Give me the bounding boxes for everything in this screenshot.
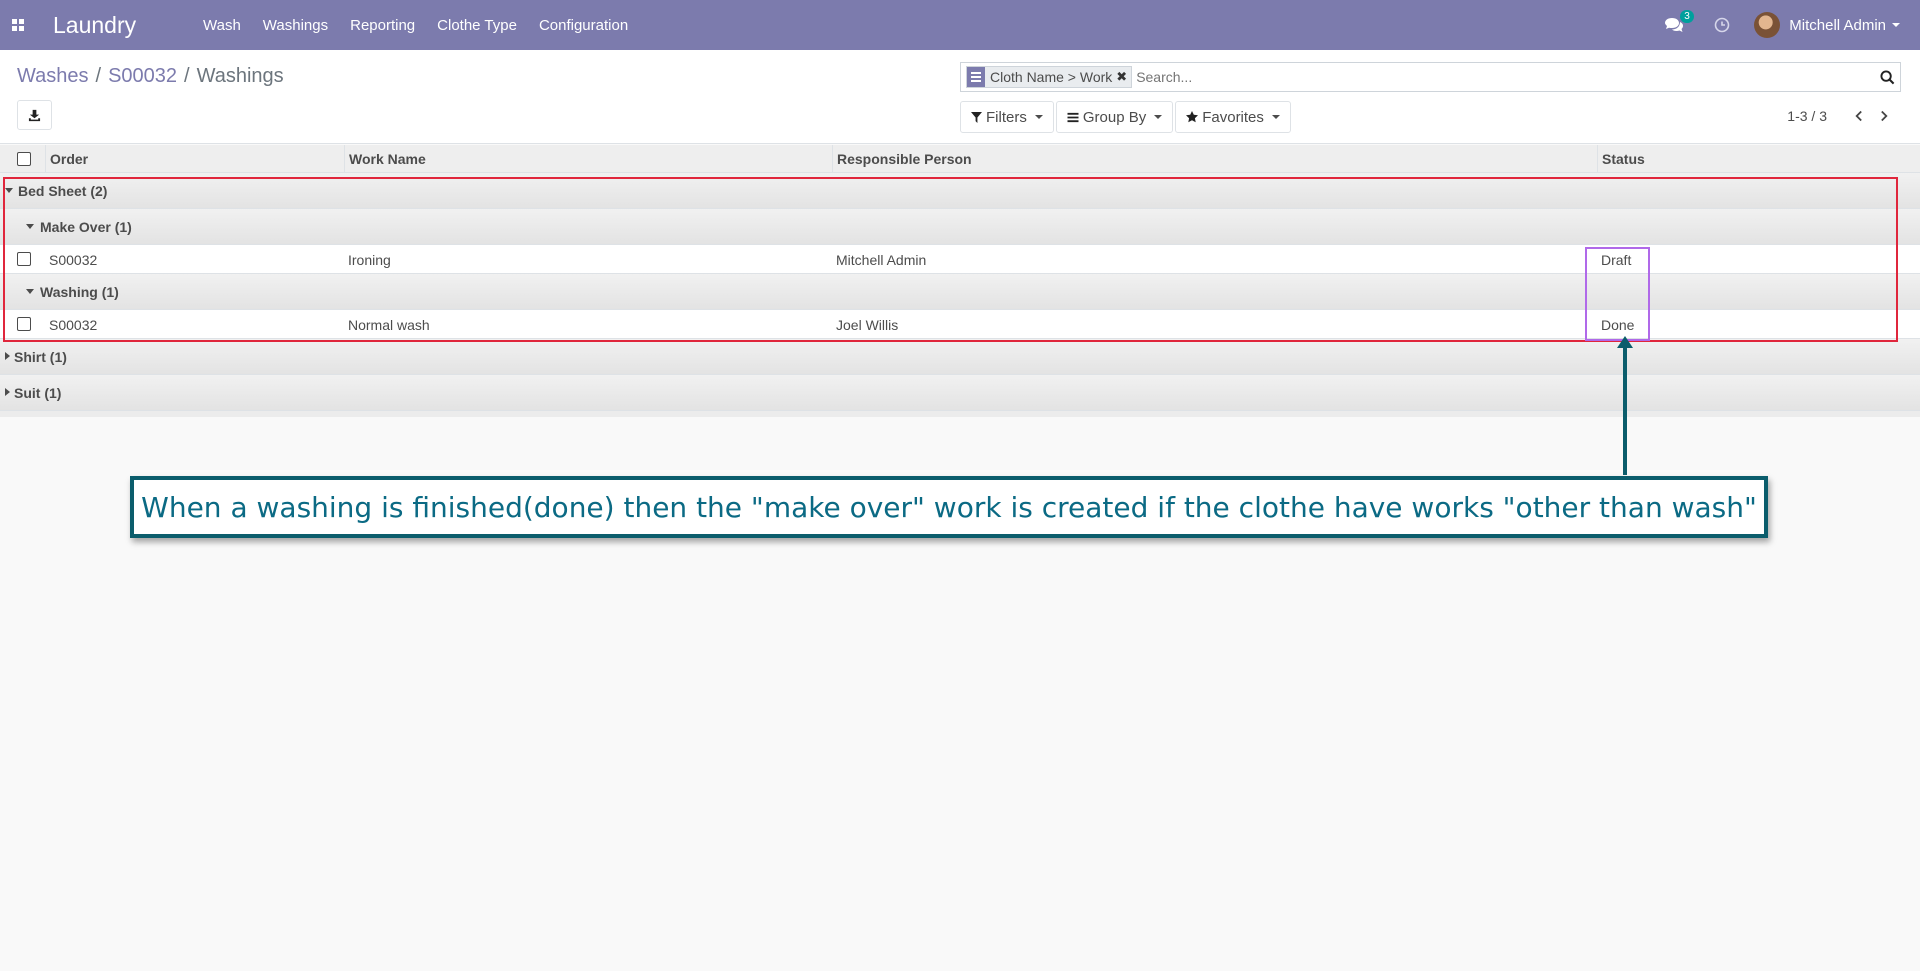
filter-icon	[971, 111, 982, 123]
search-icon[interactable]	[1874, 63, 1900, 91]
group-by-button[interactable]: Group By	[1055, 101, 1174, 133]
column-work-name[interactable]: Work Name	[349, 151, 426, 167]
search-input[interactable]	[1136, 69, 1874, 85]
group-label: Make Over (1)	[40, 219, 132, 235]
breadcrumb-current: Washings	[196, 65, 284, 87]
breadcrumb-washes[interactable]: Washes	[17, 65, 89, 88]
menu-clothe-type[interactable]: Clothe Type	[437, 17, 517, 34]
row-checkbox[interactable]	[17, 317, 31, 331]
pager: 1-3 / 3	[1787, 107, 1893, 125]
group-label: Suit (1)	[14, 385, 62, 401]
menu-reporting[interactable]: Reporting	[350, 17, 415, 34]
user-avatar[interactable]	[1754, 12, 1781, 38]
washings-list-table: Order Work Name Responsible Person Statu…	[0, 145, 1920, 417]
previous-page-icon[interactable]	[1849, 107, 1867, 125]
filters-label: Filters	[986, 108, 1027, 126]
download-button[interactable]	[17, 100, 52, 130]
favorites-label: Favorites	[1202, 108, 1264, 126]
cell-work-name: Ironing	[348, 252, 391, 268]
cell-order: S00032	[49, 252, 98, 268]
cell-status: Draft	[1601, 252, 1632, 268]
column-responsible-person[interactable]: Responsible Person	[837, 151, 972, 167]
column-order[interactable]: Order	[50, 151, 88, 167]
filters-button[interactable]: Filters	[960, 101, 1054, 133]
annotation-callout: When a washing is finished(done) then th…	[130, 476, 1768, 538]
top-navbar: Laundry Wash Washings Reporting Clothe T…	[0, 0, 1920, 50]
cell-work-name: Normal wash	[348, 317, 430, 333]
group-label: Bed Sheet (2)	[18, 183, 108, 199]
annotation-arrow	[1623, 345, 1627, 475]
search-facet: Cloth Name > Work ✖	[966, 66, 1133, 88]
app-brand[interactable]: Laundry	[53, 12, 203, 39]
main-menu: Wash Washings Reporting Clothe Type Conf…	[203, 17, 650, 34]
cell-responsible-person: Joel Willis	[836, 317, 899, 333]
subgroup-row-washing[interactable]: Washing (1)	[0, 274, 1920, 310]
group-row-suit[interactable]: Suit (1)	[0, 375, 1920, 411]
favorites-button[interactable]: Favorites	[1175, 101, 1291, 133]
chat-badge: 3	[1680, 10, 1694, 23]
remove-facet-icon[interactable]: ✖	[1116, 69, 1131, 85]
group-by-label: Group By	[1082, 108, 1147, 126]
table-row[interactable]: S00032 Ironing Mitchell Admin Draft	[0, 245, 1920, 274]
caret-down-icon	[5, 188, 13, 193]
select-all-checkbox[interactable]	[17, 152, 31, 166]
breadcrumb-separator: /	[184, 65, 190, 87]
caret-down-icon	[26, 224, 34, 229]
breadcrumb-separator: /	[95, 65, 102, 87]
group-label: Shirt (1)	[14, 349, 67, 365]
chevron-down-icon	[1271, 115, 1280, 119]
caret-right-icon	[5, 352, 10, 360]
table-footer	[0, 411, 1920, 417]
facet-label: Cloth Name > Work	[990, 69, 1113, 85]
bars-icon	[1067, 112, 1079, 123]
user-menu-chevron-down-icon[interactable]	[1892, 23, 1900, 27]
menu-wash[interactable]: Wash	[203, 17, 241, 34]
search-bar: Cloth Name > Work ✖	[960, 62, 1901, 92]
next-page-icon[interactable]	[1875, 107, 1893, 125]
group-by-facet-icon	[967, 67, 985, 87]
subgroup-row-make-over[interactable]: Make Over (1)	[0, 209, 1920, 245]
chevron-down-icon	[1034, 115, 1043, 119]
table-header: Order Work Name Responsible Person Statu…	[0, 145, 1920, 173]
download-icon	[28, 109, 41, 121]
column-status[interactable]: Status	[1602, 151, 1645, 167]
chevron-down-icon	[1154, 115, 1163, 119]
row-checkbox[interactable]	[17, 252, 31, 266]
user-name[interactable]: Mitchell Admin	[1789, 17, 1886, 34]
breadcrumb: Washes / S00032 / Washings	[17, 65, 284, 88]
activity-clock-icon[interactable]	[1714, 17, 1730, 33]
cell-status: Done	[1601, 317, 1635, 333]
caret-right-icon	[5, 388, 10, 396]
cell-responsible-person: Mitchell Admin	[836, 252, 927, 268]
star-icon	[1186, 111, 1199, 123]
chat-icon[interactable]: 3	[1664, 10, 1694, 33]
group-row-bed-sheet[interactable]: Bed Sheet (2)	[0, 173, 1920, 209]
group-label: Washing (1)	[40, 284, 119, 300]
apps-menu-icon[interactable]	[0, 0, 36, 50]
pager-value[interactable]: 1-3 / 3	[1787, 108, 1827, 124]
cell-order: S00032	[49, 317, 98, 333]
breadcrumb-order[interactable]: S00032	[108, 65, 177, 88]
menu-washings[interactable]: Washings	[263, 17, 328, 34]
table-row[interactable]: S00032 Normal wash Joel Willis Done	[0, 310, 1920, 339]
control-panel: Washes / S00032 / Washings Cloth Name > …	[0, 50, 1920, 144]
caret-down-icon	[26, 289, 34, 294]
menu-configuration[interactable]: Configuration	[539, 17, 628, 34]
